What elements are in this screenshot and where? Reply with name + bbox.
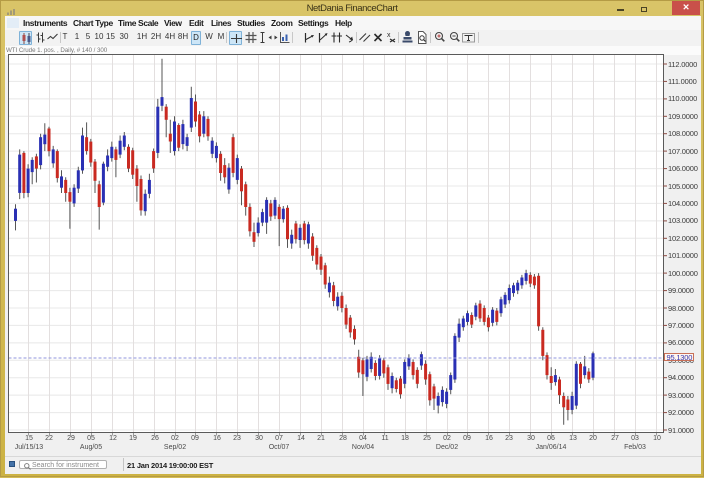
- svg-text:x: x: [387, 32, 391, 39]
